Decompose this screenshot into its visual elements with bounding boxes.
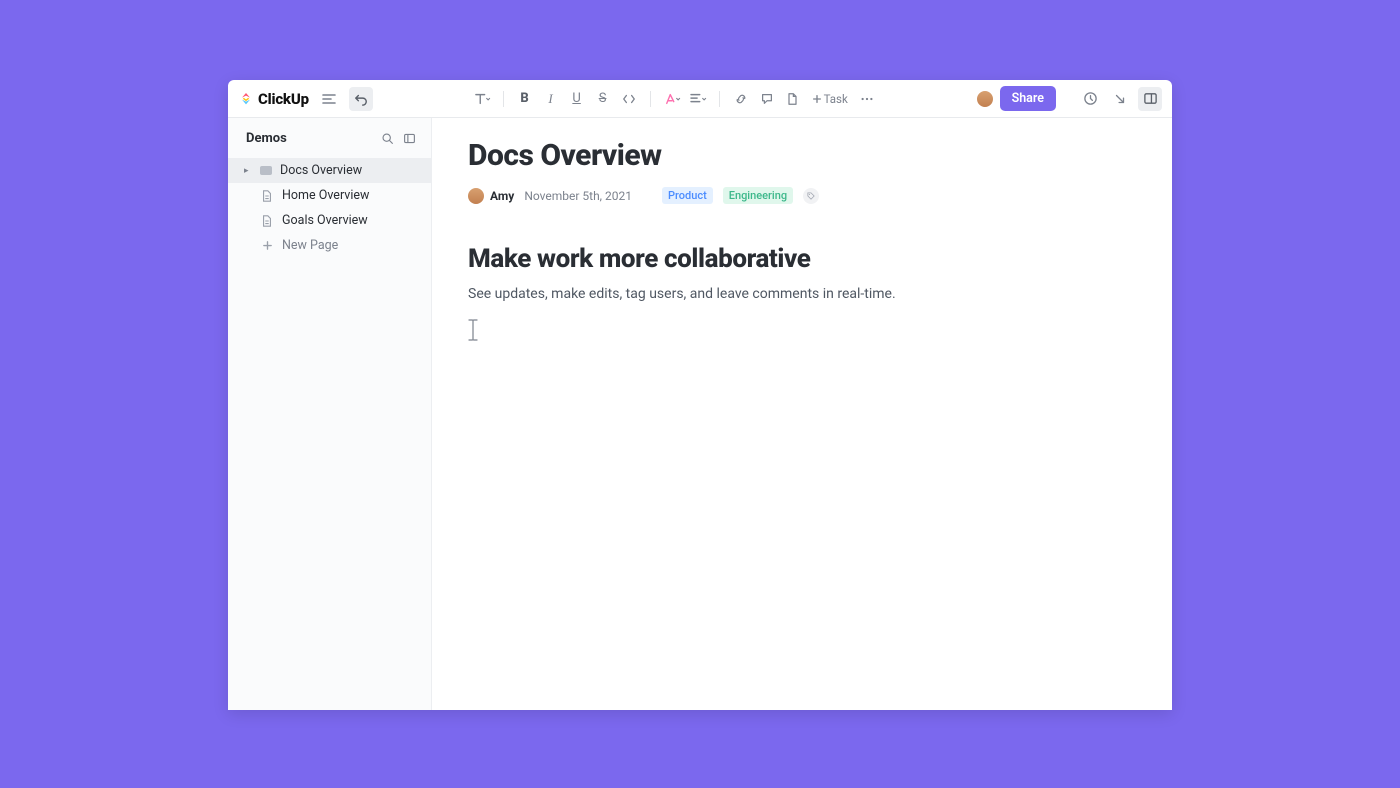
layout-icon [403, 132, 416, 145]
body-paragraph[interactable]: See updates, make edits, tag users, and … [468, 284, 1136, 305]
separator [650, 91, 651, 107]
main-area: Demos ▸ Docs Overview ▸ [228, 118, 1172, 710]
panel-icon [1143, 91, 1158, 106]
align-dropdown[interactable] [687, 88, 709, 110]
sidebar-layout-button[interactable] [399, 128, 419, 148]
document-title[interactable]: Docs Overview [468, 138, 1136, 173]
topbar: ClickUp B I U S [228, 80, 1172, 118]
strikethrough-button[interactable]: S [592, 88, 614, 110]
history-button[interactable] [1078, 87, 1102, 111]
add-tag-button[interactable] [803, 188, 819, 204]
separator [503, 91, 504, 107]
plus-icon [812, 94, 822, 104]
plus-icon [260, 239, 274, 253]
italic-button[interactable]: I [540, 88, 562, 110]
separator [719, 91, 720, 107]
text-color-dropdown[interactable] [661, 88, 683, 110]
sidebar-title: Demos [246, 131, 287, 146]
arrow-down-right-icon [1113, 92, 1127, 106]
sidebar-search-button[interactable] [377, 128, 397, 148]
dots-icon [860, 92, 874, 106]
comment-button[interactable] [756, 88, 778, 110]
sidebar-header: Demos [228, 118, 431, 154]
sidebar-item-label: Docs Overview [280, 163, 362, 178]
caret-icon: ▸ [244, 166, 252, 176]
sidebar-item-label: New Page [282, 238, 338, 253]
undo-button[interactable] [349, 87, 373, 111]
bold-button[interactable]: B [514, 88, 536, 110]
tag-product[interactable]: Product [662, 187, 713, 204]
brand-name: ClickUp [258, 90, 309, 108]
add-task-button[interactable]: Task [808, 90, 852, 108]
author-avatar [468, 188, 484, 204]
underline-button[interactable]: U [566, 88, 588, 110]
page-filled-icon [260, 166, 272, 175]
sidebar-item-label: Goals Overview [282, 213, 368, 228]
file-icon [786, 92, 799, 106]
search-icon [381, 132, 394, 145]
document-icon [260, 214, 274, 228]
document-meta: Amy November 5th, 2021 Product Engineeri… [468, 187, 1136, 204]
more-button[interactable] [856, 88, 878, 110]
code-icon [622, 92, 636, 106]
link-button[interactable] [730, 88, 752, 110]
formatting-toolbar: B I U S [381, 88, 968, 110]
topbar-right: Share [976, 86, 1162, 111]
tag-engineering[interactable]: Engineering [723, 187, 793, 204]
sidebar-item-label: Home Overview [282, 188, 369, 203]
sidebar-new-page[interactable]: New Page [228, 233, 431, 258]
sidebar: Demos ▸ Docs Overview ▸ [228, 118, 432, 710]
comment-icon [760, 92, 774, 106]
share-button[interactable]: Share [1000, 86, 1056, 111]
tag-icon [806, 191, 816, 201]
text-color-icon [663, 92, 681, 106]
clickup-logo-icon [238, 91, 254, 107]
align-icon [689, 92, 707, 106]
text-cursor-icon [468, 319, 1136, 341]
sidebar-item-home-overview[interactable]: ▸ Home Overview [228, 183, 431, 208]
text-style-dropdown[interactable] [471, 88, 493, 110]
section-heading[interactable]: Make work more collaborative [468, 244, 1136, 274]
app-window: ClickUp B I U S [228, 80, 1172, 710]
sidebar-item-goals-overview[interactable]: ▸ Goals Overview [228, 208, 431, 233]
task-label: Task [824, 92, 848, 106]
sidebar-list: ▸ Docs Overview ▸ Home Overview ▸ [228, 154, 431, 258]
document-date: November 5th, 2021 [524, 189, 632, 203]
clock-icon [1083, 91, 1098, 106]
document-icon [260, 189, 274, 203]
document-editor[interactable]: Docs Overview Amy November 5th, 2021 Pro… [432, 118, 1172, 710]
sidebar-item-docs-overview[interactable]: ▸ Docs Overview [228, 158, 431, 183]
code-button[interactable] [618, 88, 640, 110]
collapse-button[interactable] [1108, 87, 1132, 111]
menu-toggle-button[interactable] [317, 87, 341, 111]
link-icon [734, 92, 748, 106]
panel-toggle-button[interactable] [1138, 87, 1162, 111]
author-name: Amy [490, 189, 514, 203]
author-chip[interactable]: Amy [468, 188, 514, 204]
undo-icon [354, 92, 368, 106]
attachment-button[interactable] [782, 88, 804, 110]
text-icon [473, 92, 491, 106]
menu-icon [321, 91, 337, 107]
brand-logo[interactable]: ClickUp [238, 90, 309, 108]
user-avatar[interactable] [976, 90, 994, 108]
